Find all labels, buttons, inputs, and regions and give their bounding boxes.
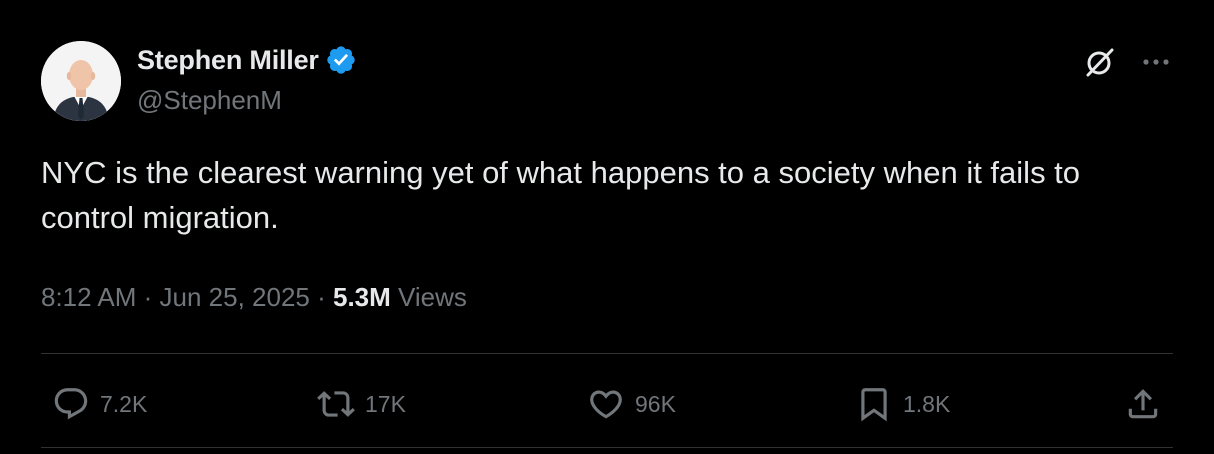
views-count[interactable]: 5.3M [333,282,391,313]
share-button[interactable] [1124,384,1162,424]
retweet-button[interactable]: 17K [317,384,406,424]
author-display-name[interactable]: Stephen Miller [137,45,319,76]
tweet-metadata: 8:12 AM · Jun 25, 2025 · 5.3M Views [41,282,467,313]
author-name-row: Stephen Miller [137,44,357,76]
tweet-card: Stephen Miller @StephenM NYC is the clea… [0,0,1214,454]
bookmark-count: 1.8K [903,390,951,417]
meta-separator: · [136,282,160,312]
author-handle[interactable]: @StephenM [137,85,282,116]
divider [41,353,1173,354]
tweet-text: NYC is the clearest warning yet of what … [41,155,1081,235]
verified-badge-icon[interactable] [325,44,357,76]
reply-count: 7.2K [100,390,148,417]
tweet-time[interactable]: 8:12 AM [41,282,136,313]
more-options-icon[interactable] [1138,48,1174,76]
profile-photo [41,41,121,121]
reply-icon [54,388,88,420]
retweet-icon [317,391,355,417]
like-button[interactable]: 96K [587,384,676,424]
grok-icon[interactable] [1082,44,1118,80]
meta-separator: · [309,282,333,312]
like-count: 96K [635,390,676,417]
views-label[interactable]: Views [391,282,467,313]
share-icon [1128,389,1158,419]
reply-button[interactable]: 7.2K [52,384,147,424]
bookmark-button[interactable]: 1.8K [855,384,950,424]
bookmark-icon [861,388,887,422]
heart-icon [590,390,622,419]
avatar[interactable] [41,41,121,121]
retweet-count: 17K [365,390,406,417]
tweet-date[interactable]: Jun 25, 2025 [160,282,310,313]
divider [41,447,1173,448]
